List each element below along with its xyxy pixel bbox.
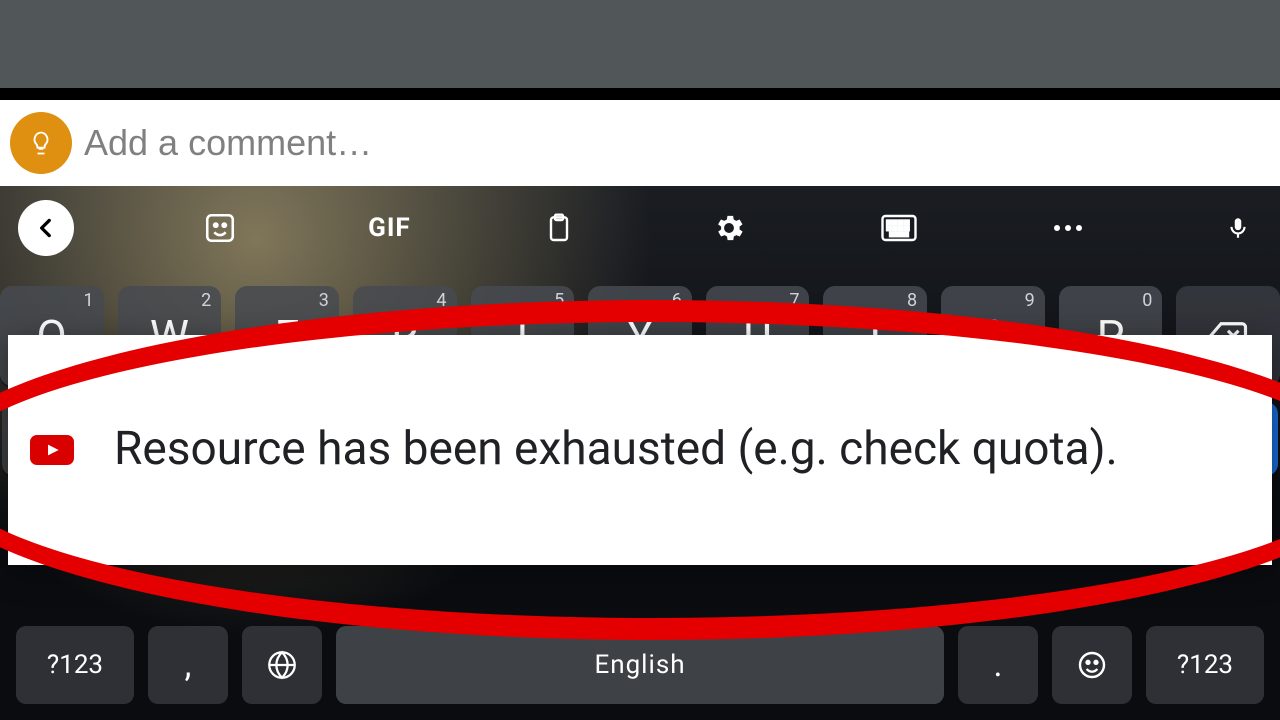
key-row-bottom: ?123 , English . ?123 xyxy=(0,620,1280,710)
comment-bar xyxy=(0,100,1280,186)
language-key[interactable] xyxy=(242,626,322,704)
more-icon[interactable] xyxy=(1044,204,1092,252)
keyboard-layout-icon[interactable] xyxy=(875,204,923,252)
clipboard-icon[interactable] xyxy=(535,204,583,252)
error-notification[interactable]: Resource has been exhausted (e.g. check … xyxy=(8,335,1272,565)
youtube-icon xyxy=(30,435,74,465)
keyboard-toolbar: GIF xyxy=(0,186,1280,270)
mic-icon[interactable] xyxy=(1214,204,1262,252)
symbols-key-right[interactable]: ?123 xyxy=(1146,626,1264,704)
comment-input[interactable] xyxy=(72,112,1280,174)
comma-key[interactable]: , xyxy=(148,626,228,704)
symbols-key[interactable]: ?123 xyxy=(16,626,134,704)
sticker-icon[interactable] xyxy=(196,204,244,252)
spacebar-key[interactable]: English xyxy=(336,626,944,704)
error-text: Resource has been exhausted (e.g. check … xyxy=(114,420,1118,480)
settings-icon[interactable] xyxy=(705,204,753,252)
period-key[interactable]: . xyxy=(958,626,1038,704)
emoji-key[interactable] xyxy=(1052,626,1132,704)
back-button[interactable] xyxy=(18,200,74,256)
gif-button[interactable]: GIF xyxy=(365,204,413,252)
status-bar xyxy=(0,0,1280,88)
avatar[interactable] xyxy=(10,112,72,174)
